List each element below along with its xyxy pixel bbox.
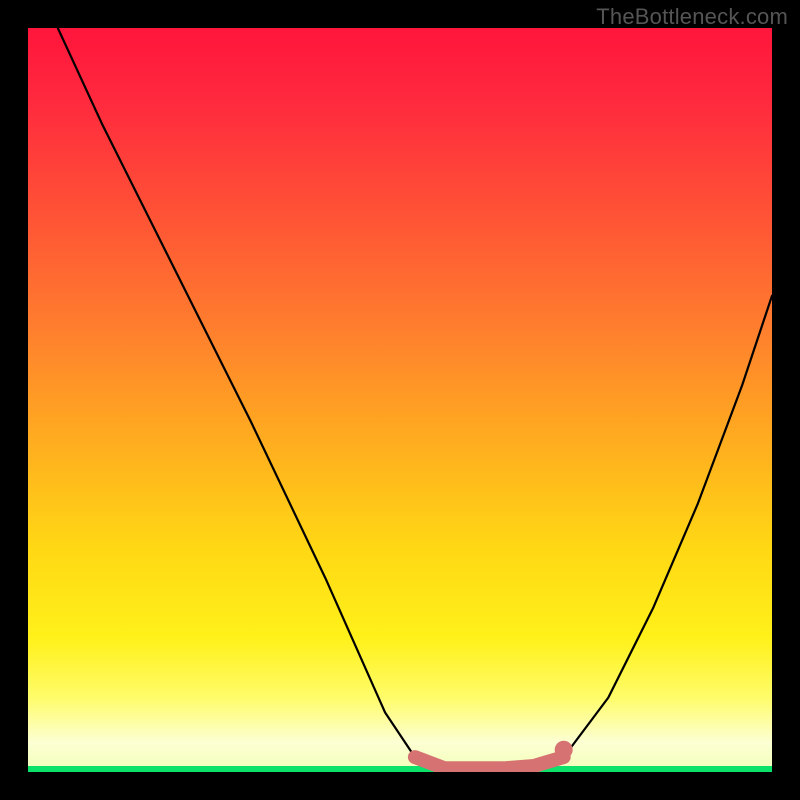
plot-area [28,28,772,772]
chart-frame: TheBottleneck.com [0,0,800,800]
watermark-text: TheBottleneck.com [596,4,788,30]
bottleneck-curve [28,28,772,772]
